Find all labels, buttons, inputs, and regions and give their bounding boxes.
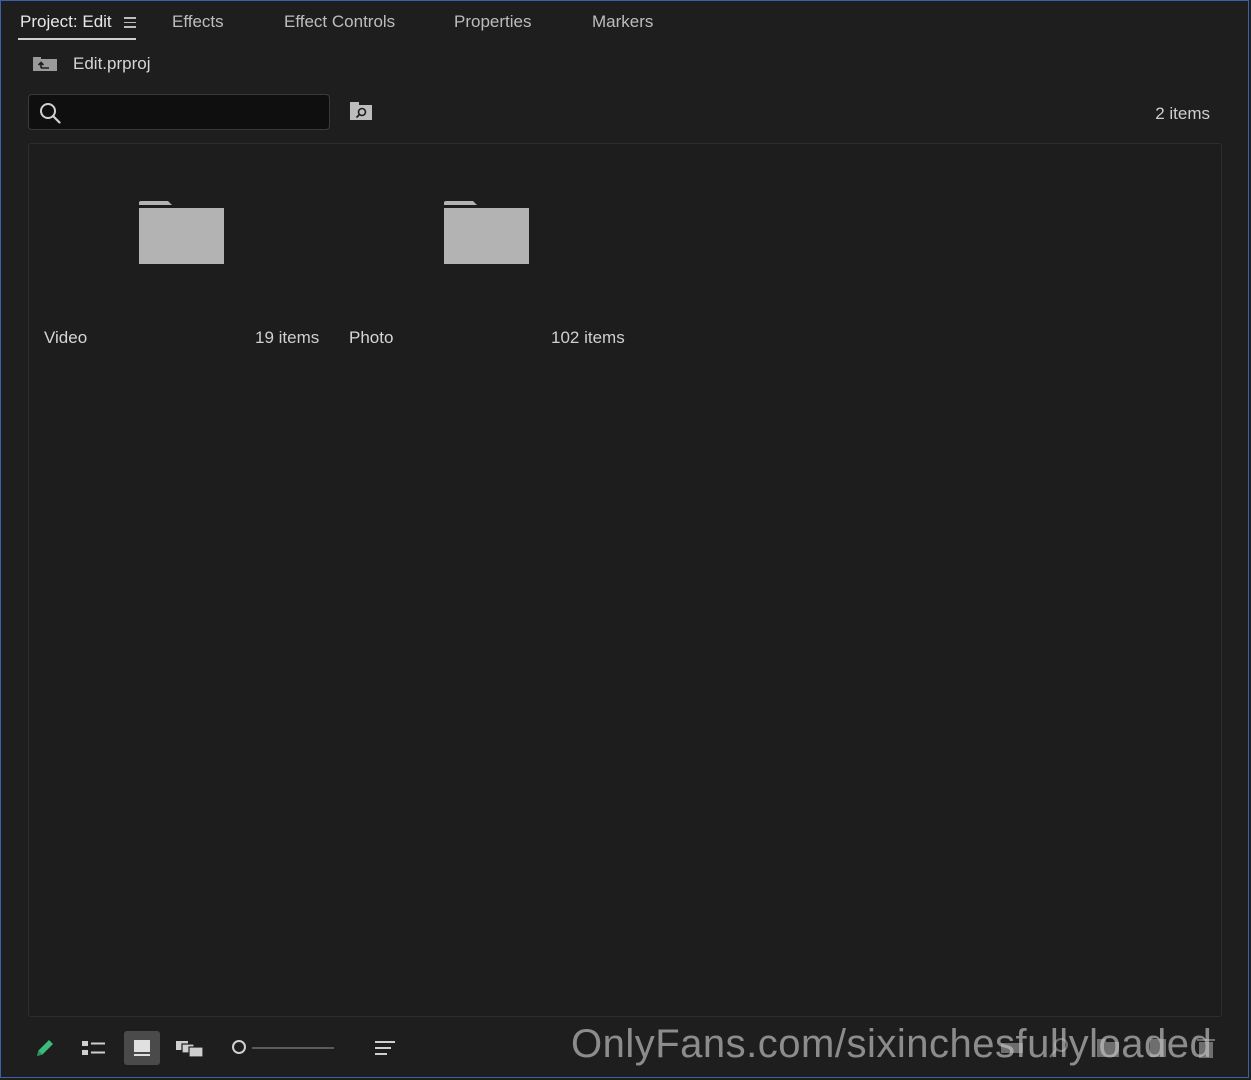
search-input[interactable] (69, 99, 323, 127)
write-protect-button[interactable] (27, 1031, 63, 1065)
zoom-slider-handle[interactable] (232, 1040, 246, 1054)
tab-project-edit[interactable]: Project: Edit (20, 12, 112, 32)
tab-effect-controls[interactable]: Effect Controls (284, 12, 395, 32)
panel-menu-icon[interactable] (124, 17, 136, 28)
item-count: 2 items (1155, 104, 1210, 123)
bin-tile-video[interactable]: Video 19 items (29, 144, 329, 364)
bin-tile-photo[interactable]: Photo 102 items (334, 144, 634, 364)
bin-item-count: 19 items (255, 328, 320, 347)
pencil-icon (37, 1040, 53, 1056)
panel-tab-bar: Project: Edit Effects Effect Controls Pr… (0, 0, 1251, 44)
freeform-view-button[interactable] (172, 1031, 208, 1065)
tab-effects[interactable]: Effects (172, 12, 224, 32)
bin-content-area[interactable]: Video 19 items Photo 102 items (28, 143, 1222, 1017)
folder-icon (139, 201, 224, 264)
icon-view-icon (134, 1040, 150, 1056)
sort-icon (375, 1041, 395, 1055)
icon-view-button[interactable] (124, 1031, 160, 1065)
bin-name: Photo (349, 328, 394, 347)
tab-properties[interactable]: Properties (454, 12, 531, 32)
project-up-icon[interactable] (32, 56, 58, 72)
sort-icons-button[interactable] (367, 1031, 403, 1065)
freeform-view-icon (176, 1041, 204, 1058)
new-search-bin-icon[interactable] (349, 101, 373, 121)
tab-markers[interactable]: Markers (592, 12, 653, 32)
zoom-slider[interactable] (230, 1040, 338, 1056)
bin-item-count: 102 items (551, 328, 625, 347)
list-view-icon (82, 1041, 105, 1055)
active-tab-indicator (18, 38, 136, 40)
watermark-text: OnlyFans.com/sixinchesfullyloaded (571, 1022, 1213, 1066)
folder-icon (444, 201, 529, 264)
bin-name: Video (44, 328, 88, 347)
search-field[interactable] (28, 94, 330, 130)
project-name: Edit.prproj (73, 54, 151, 73)
zoom-slider-track (252, 1047, 334, 1049)
list-view-button[interactable] (76, 1031, 112, 1065)
search-icon (40, 103, 61, 124)
